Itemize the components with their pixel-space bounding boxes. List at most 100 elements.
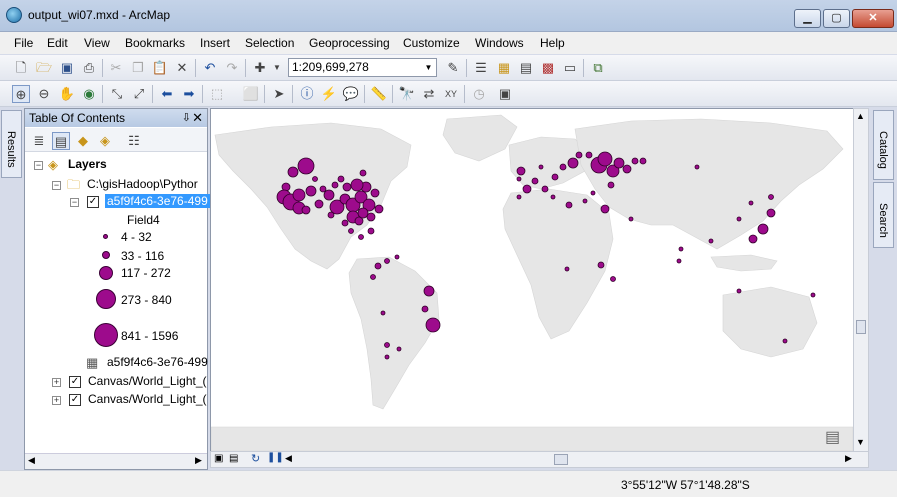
fixed-zoom-in-icon[interactable]: ⤡ [108, 85, 126, 103]
html-popup-icon[interactable]: 💬 [342, 85, 360, 103]
refresh-icon[interactable]: ↻ [251, 452, 260, 465]
layer-visibility-checkbox[interactable]: ✓ [87, 196, 99, 208]
collapse-toggle[interactable]: − [70, 198, 79, 207]
arctoolbox-icon[interactable]: ▩ [539, 59, 557, 77]
results-tab[interactable]: Results [1, 110, 22, 178]
toc-title: Table Of Contents [29, 111, 126, 125]
menu-file[interactable]: File [14, 36, 33, 50]
window-title: output_wi07.mxd - ArcMap [28, 8, 171, 22]
source-folder-label[interactable]: C:\gisHadoop\Pythor [87, 177, 198, 191]
search-tab[interactable]: Search [873, 182, 894, 248]
menu-selection[interactable]: Selection [245, 36, 294, 50]
print-icon[interactable]: ⎙ [80, 59, 98, 77]
close-button[interactable]: ✕ [852, 9, 894, 28]
time-slider-icon[interactable]: ◷ [470, 85, 488, 103]
model-builder-icon[interactable]: ⧉ [589, 59, 607, 77]
clear-selection-icon[interactable]: ⬜ [242, 85, 260, 103]
editor-toolbar-icon[interactable]: ✎ [444, 59, 462, 77]
basemap-layer-name[interactable]: Canvas/World_Light_( [88, 374, 207, 388]
list-by-source-icon[interactable]: ▤ [52, 132, 70, 150]
toc-horizontal-scrollbar[interactable]: ◀ ▶ [25, 453, 207, 469]
menu-customize[interactable]: Customize [403, 36, 460, 50]
back-arrow-icon[interactable]: ⬅ [158, 85, 176, 103]
map-display[interactable]: ▤ [210, 108, 854, 452]
select-elements-icon[interactable]: ➤ [270, 85, 288, 103]
undo-icon[interactable]: ↶ [201, 59, 219, 77]
point-layer-name[interactable]: a5f9f4c6-3e76-499 [105, 194, 210, 208]
menu-geoprocessing[interactable]: Geoprocessing [309, 36, 390, 50]
python-window-icon[interactable]: ▭ [561, 59, 579, 77]
viewer-window-icon[interactable]: ▣ [496, 85, 514, 103]
menu-view[interactable]: View [84, 36, 110, 50]
cut-icon[interactable]: ✂ [107, 59, 125, 77]
scroll-left-icon[interactable]: ◀ [285, 453, 292, 464]
collapse-toggle[interactable]: − [34, 161, 43, 170]
catalog-window-icon[interactable]: ▦ [495, 59, 513, 77]
scroll-right-icon[interactable]: ▶ [195, 455, 202, 466]
layers-group-label[interactable]: Layers [68, 157, 107, 171]
hyperlink-icon[interactable]: ⚡ [320, 85, 338, 103]
copy-icon[interactable]: ❐ [129, 59, 147, 77]
menu-help[interactable]: Help [540, 36, 565, 50]
scroll-down-icon[interactable]: ▼ [856, 437, 865, 447]
collapse-toggle[interactable]: − [52, 181, 61, 190]
scroll-left-icon[interactable]: ◀ [28, 455, 35, 466]
list-by-visibility-icon[interactable]: ◆ [74, 132, 92, 150]
folder-icon: 🗀 [67, 177, 81, 192]
chevron-down-icon[interactable]: ▼ [268, 59, 286, 77]
pin-icon[interactable]: ⇩ [182, 109, 191, 127]
search-window-icon[interactable]: ▤ [517, 59, 535, 77]
scroll-right-icon[interactable]: ▶ [845, 453, 852, 464]
menu-bookmarks[interactable]: Bookmarks [125, 36, 185, 50]
find-route-icon[interactable]: ⇄ [420, 85, 438, 103]
binoculars-icon[interactable]: 🔭 [398, 85, 416, 103]
close-icon[interactable]: ✕ [192, 109, 203, 127]
expand-toggle[interactable]: + [52, 396, 61, 405]
map-vertical-scrollbar[interactable]: ▲ ▼ [853, 108, 869, 452]
minimize-button[interactable]: ▁ [794, 9, 821, 28]
basemap-visibility-checkbox[interactable]: ✓ [69, 394, 81, 406]
add-data-icon[interactable]: ✚ [251, 59, 269, 77]
list-by-drawing-order-icon[interactable]: ≣ [30, 132, 48, 150]
standalone-table-name[interactable]: a5f9f4c6-3e76-499 [107, 355, 208, 369]
chevron-down-icon[interactable]: ▼ [421, 59, 436, 76]
globe-icon[interactable]: ◉ [80, 85, 98, 103]
delete-icon[interactable]: ✕ [173, 59, 191, 77]
save-icon[interactable]: ▣ [58, 59, 76, 77]
fixed-zoom-out-icon[interactable]: ⤢ [130, 85, 148, 103]
table-of-contents-icon[interactable]: ☰ [472, 59, 490, 77]
catalog-tab[interactable]: Catalog [873, 110, 894, 180]
identify-icon[interactable]: ⓘ [298, 85, 316, 103]
open-folder-icon[interactable]: 🗁 [35, 59, 53, 77]
menu-edit[interactable]: Edit [47, 36, 68, 50]
list-by-selection-icon[interactable]: ◈ [96, 132, 114, 150]
go-to-xy-icon[interactable]: XY [442, 85, 460, 103]
scrollbar-thumb[interactable] [856, 320, 866, 334]
forward-arrow-icon[interactable]: ➡ [180, 85, 198, 103]
layout-view-icon[interactable]: ▤ [825, 427, 840, 447]
arcmap-globe-icon [6, 7, 22, 23]
select-features-icon[interactable]: ⬚ [208, 85, 226, 103]
basemap-visibility-checkbox[interactable]: ✓ [69, 376, 81, 388]
scrollbar-thumb[interactable] [554, 454, 568, 465]
paste-icon[interactable]: 📋 [151, 59, 169, 77]
pause-drawing-icon[interactable]: ❚❚ [267, 452, 284, 463]
options-icon[interactable]: ☷ [125, 132, 143, 150]
layout-view-icon[interactable]: ▤ [229, 453, 238, 464]
menu-windows[interactable]: Windows [475, 36, 524, 50]
zoom-out-icon[interactable]: ⊖ [35, 85, 53, 103]
zoom-in-icon[interactable]: ⊕ [12, 85, 30, 103]
new-document-icon[interactable]: 🗋 [12, 59, 30, 77]
map-scale-dropdown[interactable]: 1:209,699,278 ▼ [288, 58, 437, 77]
measure-icon[interactable]: 📏 [370, 85, 388, 103]
expand-toggle[interactable]: + [52, 378, 61, 387]
redo-icon[interactable]: ↷ [223, 59, 241, 77]
map-horizontal-scrollbar[interactable]: ▣ ▤ ↻ ❚❚ ◀ ▶ [210, 451, 869, 468]
legend-symbol-medium [99, 266, 113, 280]
maximize-button[interactable]: ▢ [823, 9, 850, 28]
basemap-layer-name[interactable]: Canvas/World_Light_( [88, 392, 207, 406]
menu-insert[interactable]: Insert [200, 36, 230, 50]
scroll-up-icon[interactable]: ▲ [856, 111, 865, 121]
data-view-icon[interactable]: ▣ [214, 453, 223, 464]
pan-icon[interactable]: ✋ [58, 85, 76, 103]
